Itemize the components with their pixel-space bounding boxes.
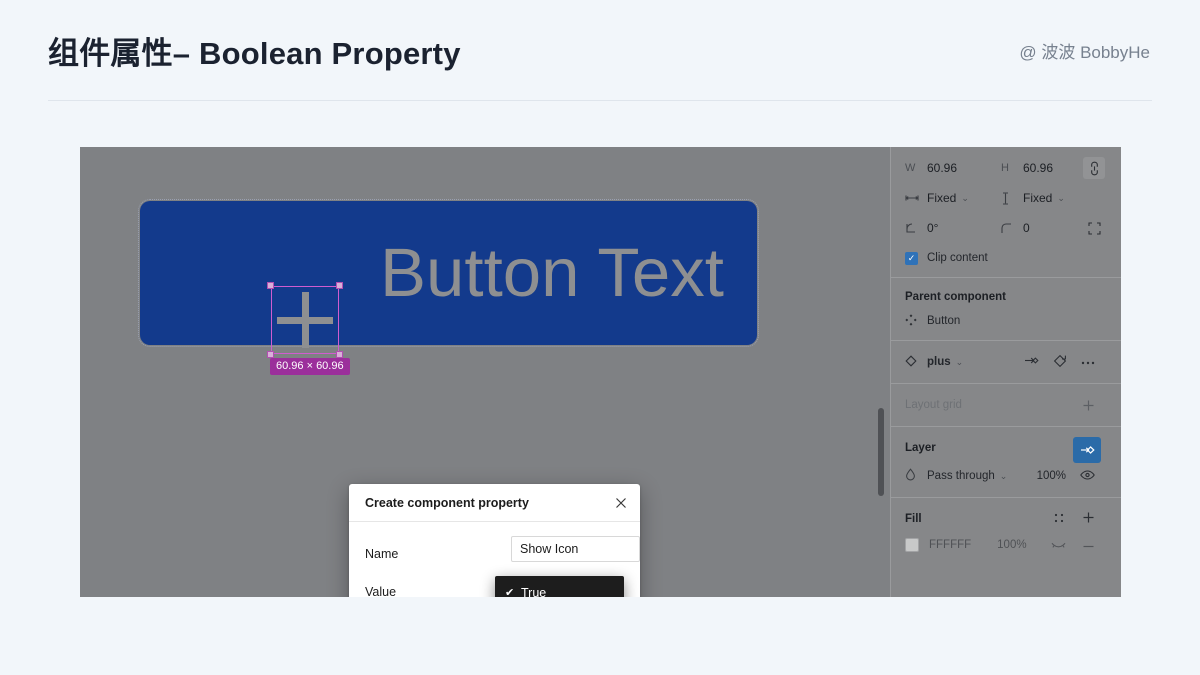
vertical-resizing-field[interactable]: Fixed ⌄ <box>1001 191 1097 205</box>
chevron-down-icon[interactable]: ⌄ <box>956 357 964 368</box>
horizontal-resize-icon <box>905 194 927 202</box>
button-artboard[interactable]: Button Text 60.96 × 60.96 <box>138 199 759 375</box>
fill-styles-icon[interactable] <box>1054 513 1064 526</box>
width-field[interactable]: W 60.96 <box>905 161 1001 175</box>
horizontal-resizing-field[interactable]: Fixed ⌄ <box>905 191 1001 205</box>
selected-plus-instance[interactable]: 60.96 × 60.96 <box>267 282 350 375</box>
panel-scrollbar[interactable] <box>878 408 884 496</box>
button-text-label: Button Text <box>380 234 724 311</box>
swap-instance-icon[interactable] <box>1024 354 1039 370</box>
parent-component-header: Parent component <box>905 286 1107 308</box>
height-label: H <box>1001 162 1009 174</box>
parent-component-row[interactable]: Button <box>905 308 1107 334</box>
chevron-down-icon[interactable]: ⌄ <box>1000 471 1008 482</box>
layout-grid-title: Layout grid <box>905 399 962 411</box>
page-title: 组件属性– Boolean Property <box>48 36 461 71</box>
width-value: 60.96 <box>927 161 958 175</box>
dialog-header: Create component property <box>349 484 640 522</box>
inspector-panel: W 60.96 H 60.96 Fixed ⌄ Fixed ⌄ 0° 0 ✓ C… <box>890 147 1121 597</box>
eye-hidden-icon[interactable] <box>1051 539 1066 552</box>
instance-name: plus <box>927 356 951 368</box>
transform-row: 0° 0 <box>905 213 1107 243</box>
fill-opacity-value[interactable]: 100% <box>997 539 1026 551</box>
clip-content-row[interactable]: ✓ Clip content <box>905 243 1107 273</box>
fill-item-row[interactable]: FFFFFF 100% <box>905 532 1107 558</box>
dropdown-option-true[interactable]: ✔ True <box>495 580 624 598</box>
fill-header-row: Fill <box>905 506 1107 532</box>
corner-radius-value: 0 <box>1023 221 1030 235</box>
resize-handle-top-left[interactable] <box>267 282 274 289</box>
fill-color-swatch[interactable] <box>905 538 919 552</box>
value-dropdown-menu[interactable]: ✔ True False <box>495 576 624 597</box>
check-icon: ✔ <box>505 587 515 597</box>
parent-component-title: Parent component <box>905 291 1006 303</box>
independent-corners-icon[interactable] <box>1083 217 1105 239</box>
layer-header-row: Layer <box>905 435 1107 463</box>
resizing-row: Fixed ⌄ Fixed ⌄ <box>905 183 1107 213</box>
instance-row[interactable]: plus ⌄ <box>905 347 1107 377</box>
resize-handle-bottom-right[interactable] <box>336 351 343 358</box>
size-row: W 60.96 H 60.96 <box>905 153 1107 183</box>
chevron-down-icon: ⌄ <box>961 192 969 203</box>
value-label: Value <box>365 585 397 597</box>
figma-screenshot: Button Text 60.96 × 60.96 W 60.96 H 60.9… <box>80 147 1121 597</box>
instance-diamond-icon <box>905 354 927 370</box>
rotation-icon <box>905 222 927 234</box>
link-constrain-icon[interactable] <box>1083 157 1105 179</box>
close-icon[interactable] <box>612 494 630 512</box>
blend-mode-icon <box>905 468 927 484</box>
fill-color-hex[interactable]: FFFFFF <box>929 539 971 551</box>
blend-mode-value: Pass through <box>927 470 995 482</box>
layout-grid-add-button[interactable] <box>1082 399 1095 412</box>
detach-instance-icon[interactable] <box>1053 354 1067 371</box>
height-value: 60.96 <box>1023 161 1054 175</box>
create-component-property-dialog: Create component property Name Show Icon… <box>349 484 640 597</box>
eye-icon[interactable] <box>1080 469 1095 483</box>
selection-outline <box>271 286 339 354</box>
fill-title: Fill <box>905 513 922 525</box>
clip-content-checkbox[interactable]: ✓ <box>905 251 918 265</box>
layer-opacity-value[interactable]: 100% <box>1037 470 1066 482</box>
fill-remove-button[interactable] <box>1082 539 1095 551</box>
rotation-field[interactable]: 0° <box>905 221 1001 235</box>
width-label: W <box>905 162 916 174</box>
name-label: Name <box>365 547 399 561</box>
dialog-title: Create component property <box>365 495 529 510</box>
property-name-input[interactable]: Show Icon <box>511 536 640 562</box>
layout-grid-row[interactable]: Layout grid <box>905 390 1107 420</box>
chevron-down-icon: ⌄ <box>1057 192 1065 203</box>
resize-handle-bottom-left[interactable] <box>267 351 274 358</box>
fill-add-button[interactable] <box>1082 511 1095 527</box>
layer-title: Layer <box>905 442 936 454</box>
create-component-property-icon[interactable] <box>1073 437 1101 463</box>
resize-handle-top-right[interactable] <box>336 282 343 289</box>
name-field-row: Name Show Icon <box>365 536 640 572</box>
parent-component-name: Button <box>927 315 961 327</box>
rotation-value: 0° <box>927 221 939 235</box>
horizontal-resize-value: Fixed <box>927 191 957 205</box>
vertical-resize-value: Fixed <box>1023 191 1053 205</box>
more-options-icon[interactable] <box>1081 356 1095 368</box>
clip-content-label: Clip content <box>927 252 988 264</box>
component-icon <box>905 313 927 329</box>
vertical-resize-icon <box>1001 191 1023 205</box>
blend-opacity-row[interactable]: Pass through ⌄ 100% <box>905 461 1107 491</box>
selection-size-badge: 60.96 × 60.96 <box>270 358 350 375</box>
header-divider <box>48 100 1152 101</box>
corner-radius-icon <box>1001 222 1023 234</box>
dropdown-option-true-label: True <box>521 585 547 598</box>
author-credit: @ 波波 BobbyHe <box>1019 43 1150 62</box>
slide-header: 组件属性– Boolean Property @ 波波 BobbyHe <box>0 0 1200 104</box>
